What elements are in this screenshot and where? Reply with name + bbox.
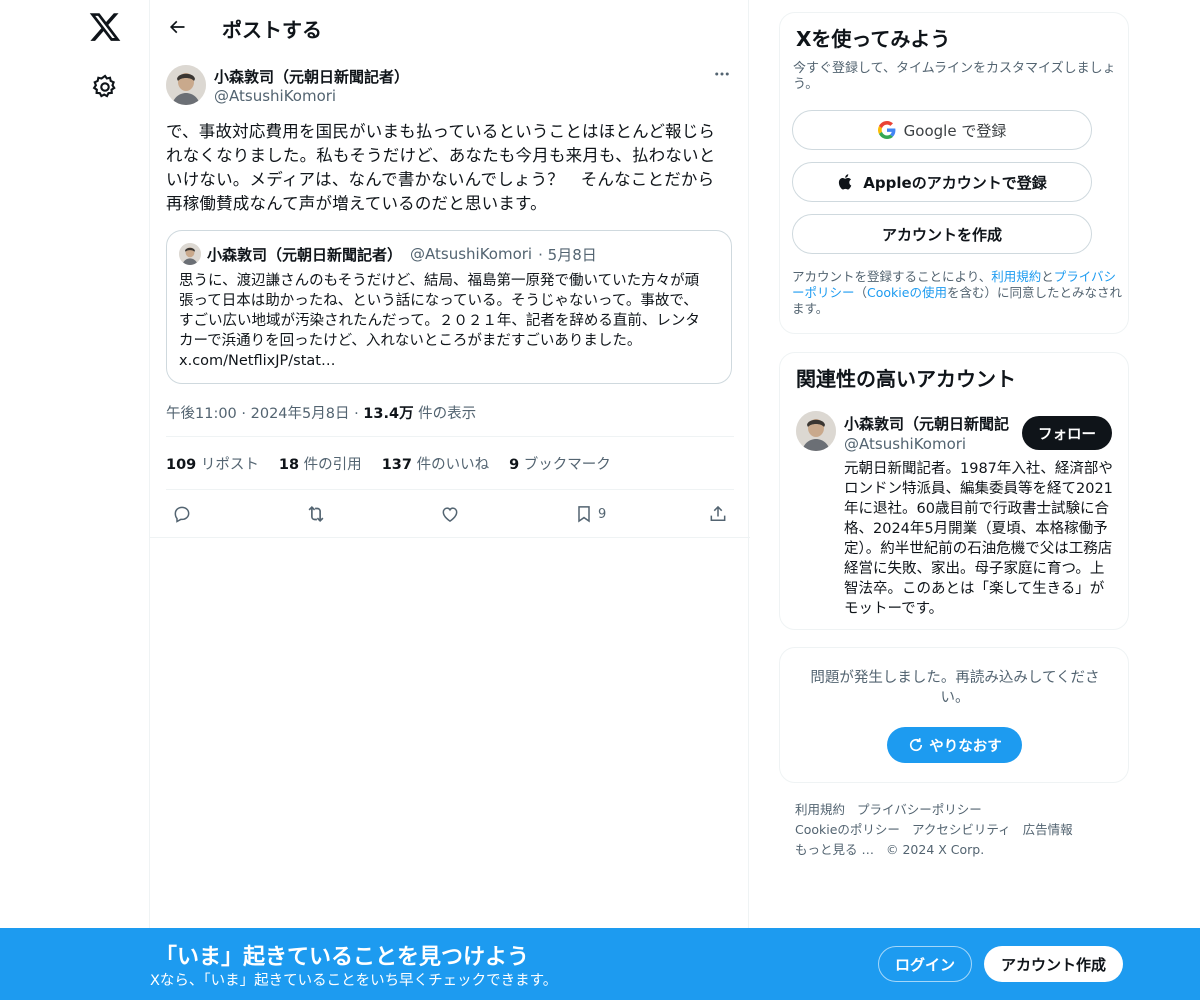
related-account-bio: 元朝日新聞記者。1987年入社、経済部やロンドン特派員、編集委員等を経て2021… <box>844 461 1113 617</box>
copyright: © 2024 X Corp. <box>885 842 985 857</box>
google-signup-button[interactable]: Google で登録 <box>792 110 1092 150</box>
related-accounts-card: 関連性の高いアカウント 小森敦司（元朝日新聞記 @AtsushiKomori フ… <box>779 352 1129 630</box>
quote-author-name: 小森敦司（元朝日新聞記者） <box>207 245 403 264</box>
refresh-icon <box>910 738 923 752</box>
view-label: 件の表示 <box>413 406 477 422</box>
avatar <box>179 243 201 265</box>
footer-link-privacy[interactable]: プライバシーポリシー <box>857 802 982 817</box>
signup-card-title: Xを使ってみよう <box>796 27 951 51</box>
quoted-post[interactable]: 小森敦司（元朝日新聞記者） @AtsushiKomori · 5月8日 思うに、… <box>166 230 732 384</box>
reply-button[interactable] <box>170 502 194 526</box>
quote-date: · 5月8日 <box>538 245 597 264</box>
stat-quotes[interactable]: 18 件の引用 <box>279 453 362 474</box>
stat-likes[interactable]: 137 件のいいね <box>382 453 489 474</box>
share-button[interactable] <box>706 502 730 526</box>
post-time[interactable]: 午後11:00 · 2024年5月8日 · <box>166 406 363 422</box>
post-meta: 午後11:00 · 2024年5月8日 · 13.4万 件の表示 <box>166 402 734 424</box>
signup-legal-text: アカウントを登録することにより、利用規約とプライバシーポリシー（Cookieの使… <box>792 269 1122 316</box>
more-icon <box>715 72 729 76</box>
apple-signup-label: Appleのアカウントで登録 <box>863 173 1047 192</box>
repost-icon <box>308 505 324 523</box>
back-button[interactable] <box>162 12 192 42</box>
bookmark-icon <box>578 506 590 523</box>
related-account-name[interactable]: 小森敦司（元朝日新聞記 <box>844 413 1012 434</box>
follow-button[interactable]: フォロー <box>1022 416 1112 450</box>
repost-button[interactable] <box>304 502 328 526</box>
signup-card-subtitle: 今すぐ登録して、タイムラインをカスタマイズしましょう。 <box>793 61 1116 92</box>
post-actions: 9 <box>150 490 750 538</box>
footer-links: 利用規約 プライバシーポリシー Cookieのポリシー アクセシビリティ 広告情報 も… <box>795 800 1115 860</box>
apple-icon <box>839 174 852 190</box>
stat-bookmarks[interactable]: 9 ブックマーク <box>509 453 611 474</box>
heart-icon <box>442 507 458 522</box>
post-header: 小森敦司（元朝日新聞記者） @AtsushiKomori <box>166 62 734 110</box>
quote-text: 思うに、渡辺謙さんのもそうだけど、結局、福島第一原発で働いていた方々が頑 張って… <box>179 273 700 369</box>
bookmark-count: 9 <box>598 507 607 522</box>
error-message: 問題が発生しました。再読み込みしてください。 <box>810 670 1100 706</box>
footer-link-ads[interactable]: 広告情報 <box>1023 822 1073 837</box>
terms-link[interactable]: 利用規約 <box>991 269 1041 284</box>
page-title: ポストする <box>222 18 322 42</box>
main-column: ポストする 小森敦司（元朝日新聞記者） @AtsushiKomori で、事故対… <box>149 0 750 1000</box>
create-account-button[interactable]: アカウントを作成 <box>792 214 1092 254</box>
post-stats: 109 リポスト 18 件の引用 137 件のいいね 9 ブックマーク <box>166 436 734 490</box>
author-handle[interactable]: @AtsushiKomori <box>214 87 336 105</box>
footer-link-terms[interactable]: 利用規約 <box>795 802 845 817</box>
gear-icon[interactable] <box>91 73 119 101</box>
page-header: ポストする <box>150 0 750 54</box>
bookmark-button[interactable] <box>572 502 596 526</box>
author-name[interactable]: 小森敦司（元朝日新聞記者） <box>214 66 409 87</box>
related-account-handle[interactable]: @AtsushiKomori <box>844 435 966 453</box>
google-signup-label: Google で登録 <box>903 121 1007 140</box>
cookie-link[interactable]: Cookieの使用 <box>867 285 947 300</box>
footer-link-more[interactable]: もっと見る … <box>795 842 874 857</box>
footer-link-accessibility[interactable]: アクセシビリティ <box>912 822 1011 837</box>
avatar[interactable] <box>796 411 836 451</box>
create-account-label: アカウントを作成 <box>881 225 1002 244</box>
left-nav <box>0 0 150 1000</box>
more-options-button[interactable] <box>710 64 734 84</box>
signup-card: Xを使ってみよう 今すぐ登録して、タイムラインをカスタマイズしましょう。 Goo… <box>779 12 1129 334</box>
share-icon <box>710 505 726 521</box>
stat-reposts[interactable]: 109 リポスト <box>166 453 259 474</box>
arrow-left-icon <box>169 20 185 34</box>
reply-icon <box>174 506 190 523</box>
google-icon <box>877 121 896 139</box>
banner-title: 「いま」起きていることを見つけよう <box>155 945 530 970</box>
related-card-title: 関連性の高いアカウント <box>796 367 1016 391</box>
signup-button[interactable]: アカウント作成 <box>984 946 1123 982</box>
post-detail: 小森敦司（元朝日新聞記者） @AtsushiKomori で、事故対応費用を国民… <box>150 62 750 538</box>
view-count: 13.4万 <box>363 406 414 422</box>
login-button[interactable]: ログイン <box>878 946 972 982</box>
retry-label: やりなおす <box>929 738 1002 755</box>
footer-link-cookie[interactable]: Cookieのポリシー <box>795 822 900 837</box>
like-button[interactable] <box>438 502 462 526</box>
apple-signup-button[interactable]: Appleのアカウントで登録 <box>792 162 1092 202</box>
bottom-signup-banner: 「いま」起きていることを見つけよう Xなら、「いま」起きていることをいち早くチェ… <box>0 928 1200 1000</box>
error-card: 問題が発生しました。再読み込みしてください。 やりなおす <box>779 647 1129 783</box>
banner-subtitle: Xなら、「いま」起きていることをいち早くチェックできます。 <box>150 973 558 989</box>
quote-header: 小森敦司（元朝日新聞記者） @AtsushiKomori · 5月8日 <box>179 243 719 265</box>
quote-author-handle: @AtsushiKomori <box>410 245 533 263</box>
avatar[interactable] <box>166 65 206 105</box>
post-text: で、事故対応費用を国民がいまも払っているということはほとんど報じら れなくなりま… <box>166 122 716 213</box>
retry-button[interactable]: やりなおす <box>887 727 1022 763</box>
x-logo-icon[interactable] <box>88 10 122 44</box>
